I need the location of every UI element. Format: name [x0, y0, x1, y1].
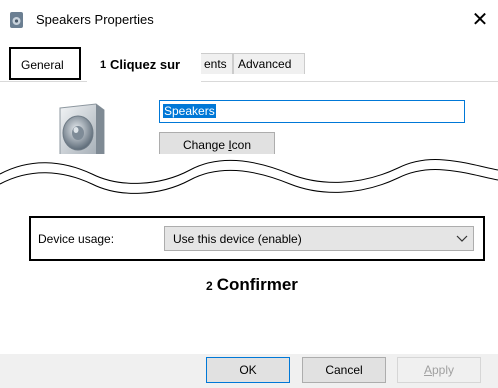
device-usage-highlight: Device usage: Use this device (enable)	[29, 216, 485, 261]
close-icon: ✕	[471, 9, 489, 31]
title-bar: Speakers Properties ✕	[0, 0, 498, 42]
callout-confirm: 2 Confirmer	[206, 275, 298, 295]
tab-enhancements-label: ents	[204, 57, 227, 71]
apply-button-mnemonic: A	[423, 363, 432, 377]
callout-click-number: 1	[100, 59, 107, 71]
device-name-input[interactable]: Speakers	[159, 100, 465, 123]
change-icon-label-before: Change	[182, 138, 229, 152]
apply-button[interactable]: Apply	[397, 357, 481, 383]
device-usage-select[interactable]: Use this device (enable)	[164, 226, 474, 251]
change-icon-label-after: con	[231, 138, 252, 152]
ok-button-label: OK	[239, 363, 257, 377]
callout-click-text: Cliquez sur	[110, 57, 181, 72]
callout-click: 1 Cliquez sur	[87, 45, 201, 82]
apply-button-label: pply	[432, 363, 455, 377]
speaker-app-icon	[10, 12, 23, 28]
device-usage-label: Device usage:	[38, 232, 115, 246]
ok-button[interactable]: OK	[206, 357, 290, 383]
callout-confirm-number: 2	[206, 279, 213, 293]
torn-edge-divider	[0, 154, 498, 194]
general-panel: Speakers Change Icon Device usage: Use t…	[0, 81, 498, 354]
tab-enhancements[interactable]: ents	[199, 53, 233, 74]
cancel-button[interactable]: Cancel	[302, 357, 386, 383]
tab-general[interactable]: General	[9, 47, 81, 80]
device-name-value: Speakers	[163, 104, 216, 118]
window-title: Speakers Properties	[36, 12, 154, 27]
tab-general-label: General	[21, 58, 64, 72]
tab-advanced[interactable]: Advanced	[233, 53, 305, 74]
close-button[interactable]: ✕	[466, 6, 494, 34]
cancel-button-label: Cancel	[325, 363, 363, 377]
callout-confirm-text: Confirmer	[216, 275, 298, 294]
tab-strip: General ents Advanced 1 Cliquez sur	[0, 42, 498, 82]
tab-advanced-label: Advanced	[238, 57, 292, 71]
device-usage-value: Use this device (enable)	[173, 232, 302, 246]
chevron-down-icon	[456, 235, 468, 242]
